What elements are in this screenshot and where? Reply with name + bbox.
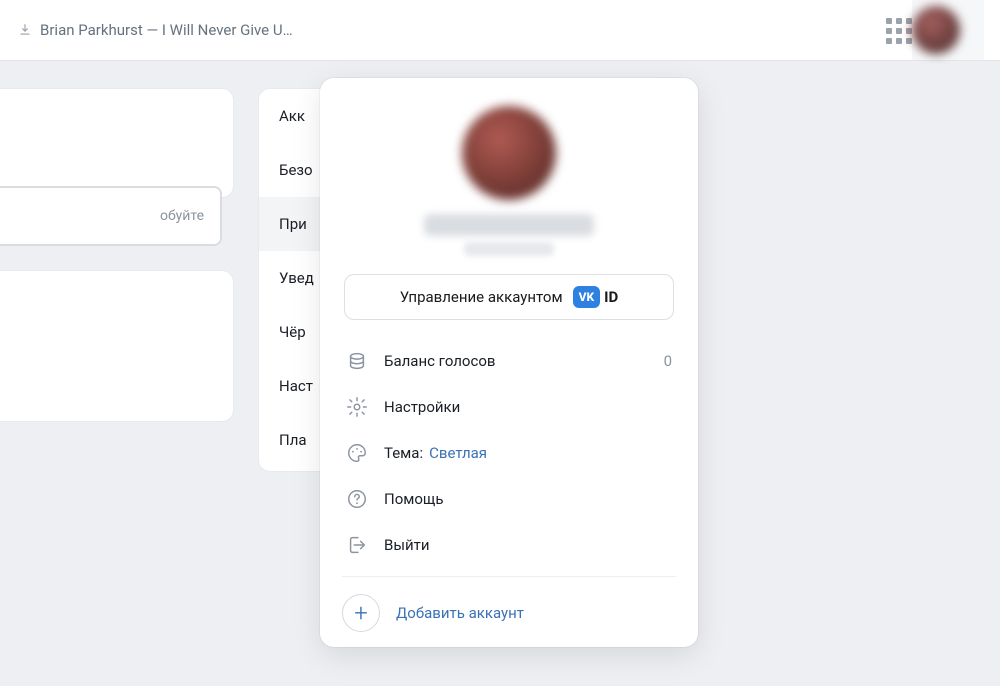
menu-divider — [342, 576, 676, 577]
gear-icon — [346, 396, 368, 418]
balance-item[interactable]: Баланс голосов 0 — [320, 338, 698, 384]
help-item[interactable]: Помощь — [320, 476, 698, 522]
vk-id-badge: VKID — [573, 286, 619, 308]
track-title: Brian Parkhurst — I Will Never Give U… — [40, 21, 293, 39]
plus-icon: + — [342, 594, 380, 632]
background-panel — [0, 88, 234, 198]
logout-label: Выйти — [384, 536, 430, 554]
logout-icon — [346, 534, 368, 556]
add-account-item[interactable]: + Добавить аккаунт — [320, 585, 698, 641]
download-icon — [18, 23, 32, 37]
top-bar: Brian Parkhurst — I Will Never Give U… — [0, 0, 1000, 61]
profile-avatar — [462, 106, 556, 200]
theme-value[interactable]: Светлая — [429, 444, 487, 462]
manage-account-button[interactable]: Управление аккаунтом VKID — [344, 274, 674, 320]
avatar-icon — [912, 6, 960, 54]
add-account-label: Добавить аккаунт — [396, 604, 524, 622]
settings-label: Настройки — [384, 398, 460, 416]
settings-item[interactable]: Настройки — [320, 384, 698, 430]
theme-item[interactable]: Тема: Светлая — [320, 430, 698, 476]
profile-name-blurred — [424, 214, 594, 236]
background-try-box: обуйте — [0, 186, 222, 246]
balance-label: Баланс голосов — [384, 352, 495, 370]
theme-label: Тема: — [384, 444, 423, 462]
apps-grid-button[interactable] — [886, 18, 912, 44]
manage-label: Управление аккаунтом — [400, 288, 563, 306]
help-label: Помощь — [384, 490, 444, 508]
palette-icon — [346, 442, 368, 464]
balance-value: 0 — [664, 352, 672, 370]
help-icon — [346, 488, 368, 510]
background-panel — [0, 270, 234, 422]
profile-button[interactable] — [912, 0, 984, 60]
try-text: обуйте — [160, 208, 204, 224]
now-playing[interactable]: Brian Parkhurst — I Will Never Give U… — [0, 21, 293, 39]
logout-item[interactable]: Выйти — [320, 522, 698, 568]
coins-icon — [346, 350, 368, 372]
profile-menu: Управление аккаунтом VKID Баланс голосов… — [320, 78, 698, 647]
profile-sub-blurred — [464, 242, 554, 256]
